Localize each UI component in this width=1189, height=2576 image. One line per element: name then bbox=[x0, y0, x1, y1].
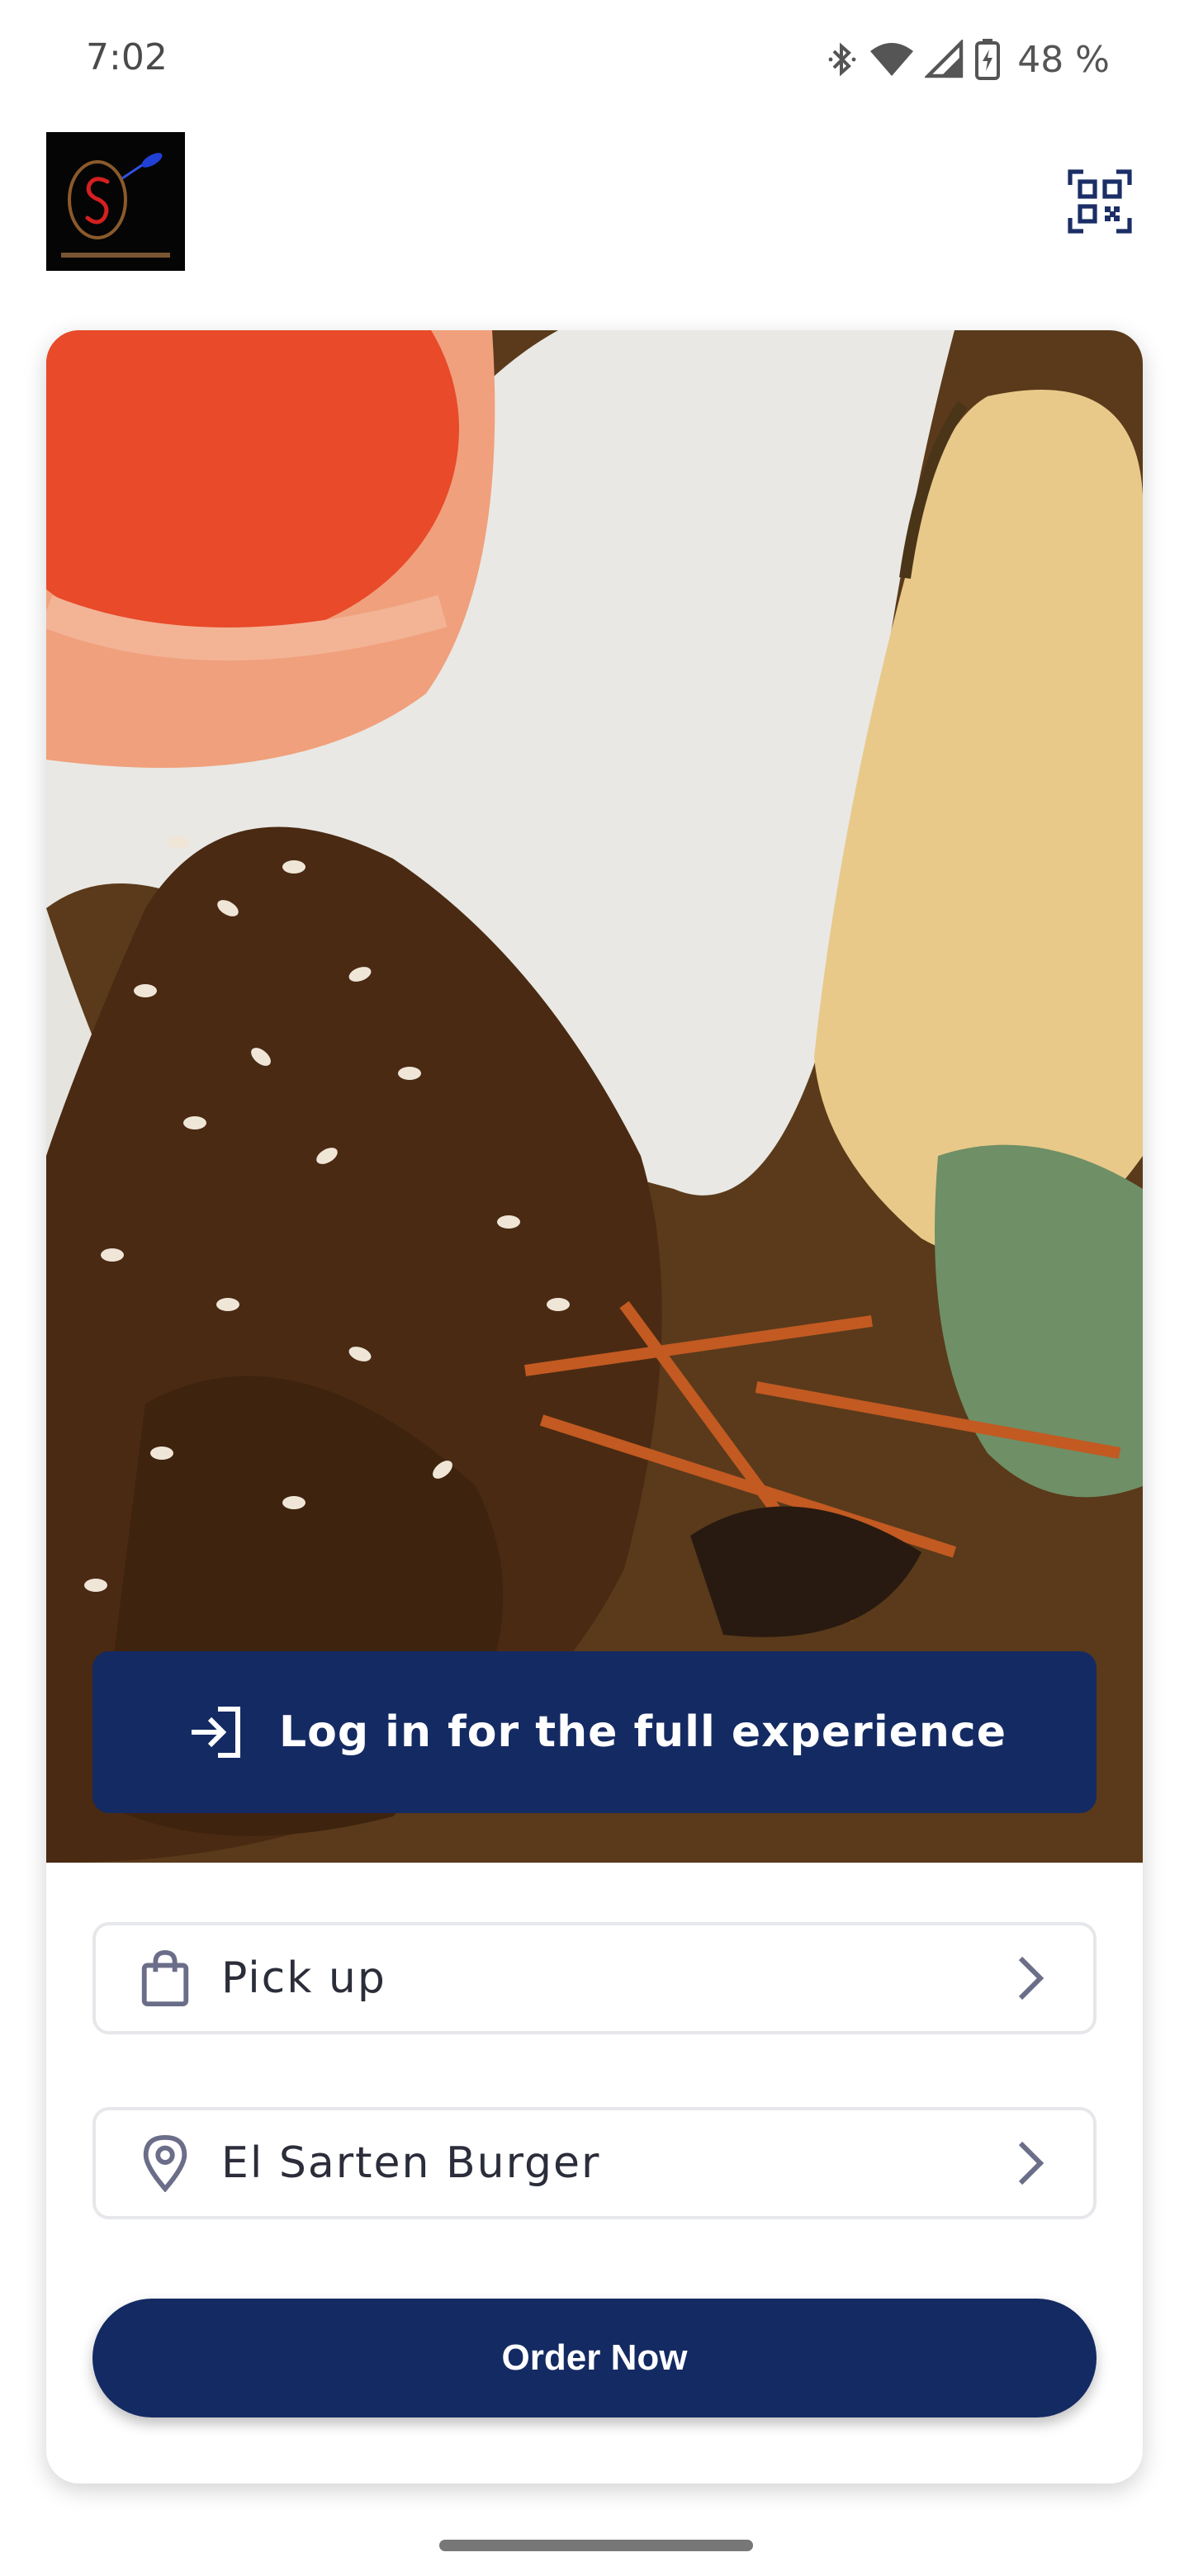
home-indicator[interactable] bbox=[439, 2540, 753, 2551]
qr-scanner-icon[interactable] bbox=[1067, 168, 1133, 234]
status-time: 7:02 bbox=[86, 36, 168, 78]
cell-signal-icon bbox=[925, 40, 964, 78]
wifi-icon bbox=[870, 43, 914, 76]
pickup-option-label: Pick up bbox=[221, 1953, 386, 2003]
bluetooth-icon bbox=[828, 42, 856, 77]
battery-charging-icon bbox=[975, 39, 1001, 80]
chevron-right-icon bbox=[1018, 1956, 1045, 2001]
battery-percent: 48 % bbox=[1017, 38, 1110, 81]
login-banner-label: Log in for the full experience bbox=[279, 1707, 1007, 1757]
pickup-option-row[interactable]: Pick up bbox=[92, 1922, 1097, 2034]
location-option-label: El Sarten Burger bbox=[221, 2138, 601, 2188]
login-banner-button[interactable]: Log in for the full experience bbox=[92, 1651, 1097, 1813]
login-arrow-icon bbox=[192, 1707, 240, 1758]
location-option-row[interactable]: El Sarten Burger bbox=[92, 2107, 1097, 2219]
status-icons: 48 % bbox=[826, 36, 1110, 83]
chevron-right-icon bbox=[1018, 2141, 1045, 2185]
order-now-button[interactable]: Order Now bbox=[92, 2299, 1097, 2417]
location-pin-icon bbox=[143, 2134, 187, 2192]
restaurant-logo-icon bbox=[46, 132, 185, 271]
food-photo bbox=[46, 330, 1143, 1863]
shopping-bag-icon bbox=[141, 1949, 189, 2007]
status-bar: 7:02 48 % bbox=[0, 0, 1189, 116]
restaurant-card: Log in for the full experience Pick up E… bbox=[46, 330, 1143, 2484]
